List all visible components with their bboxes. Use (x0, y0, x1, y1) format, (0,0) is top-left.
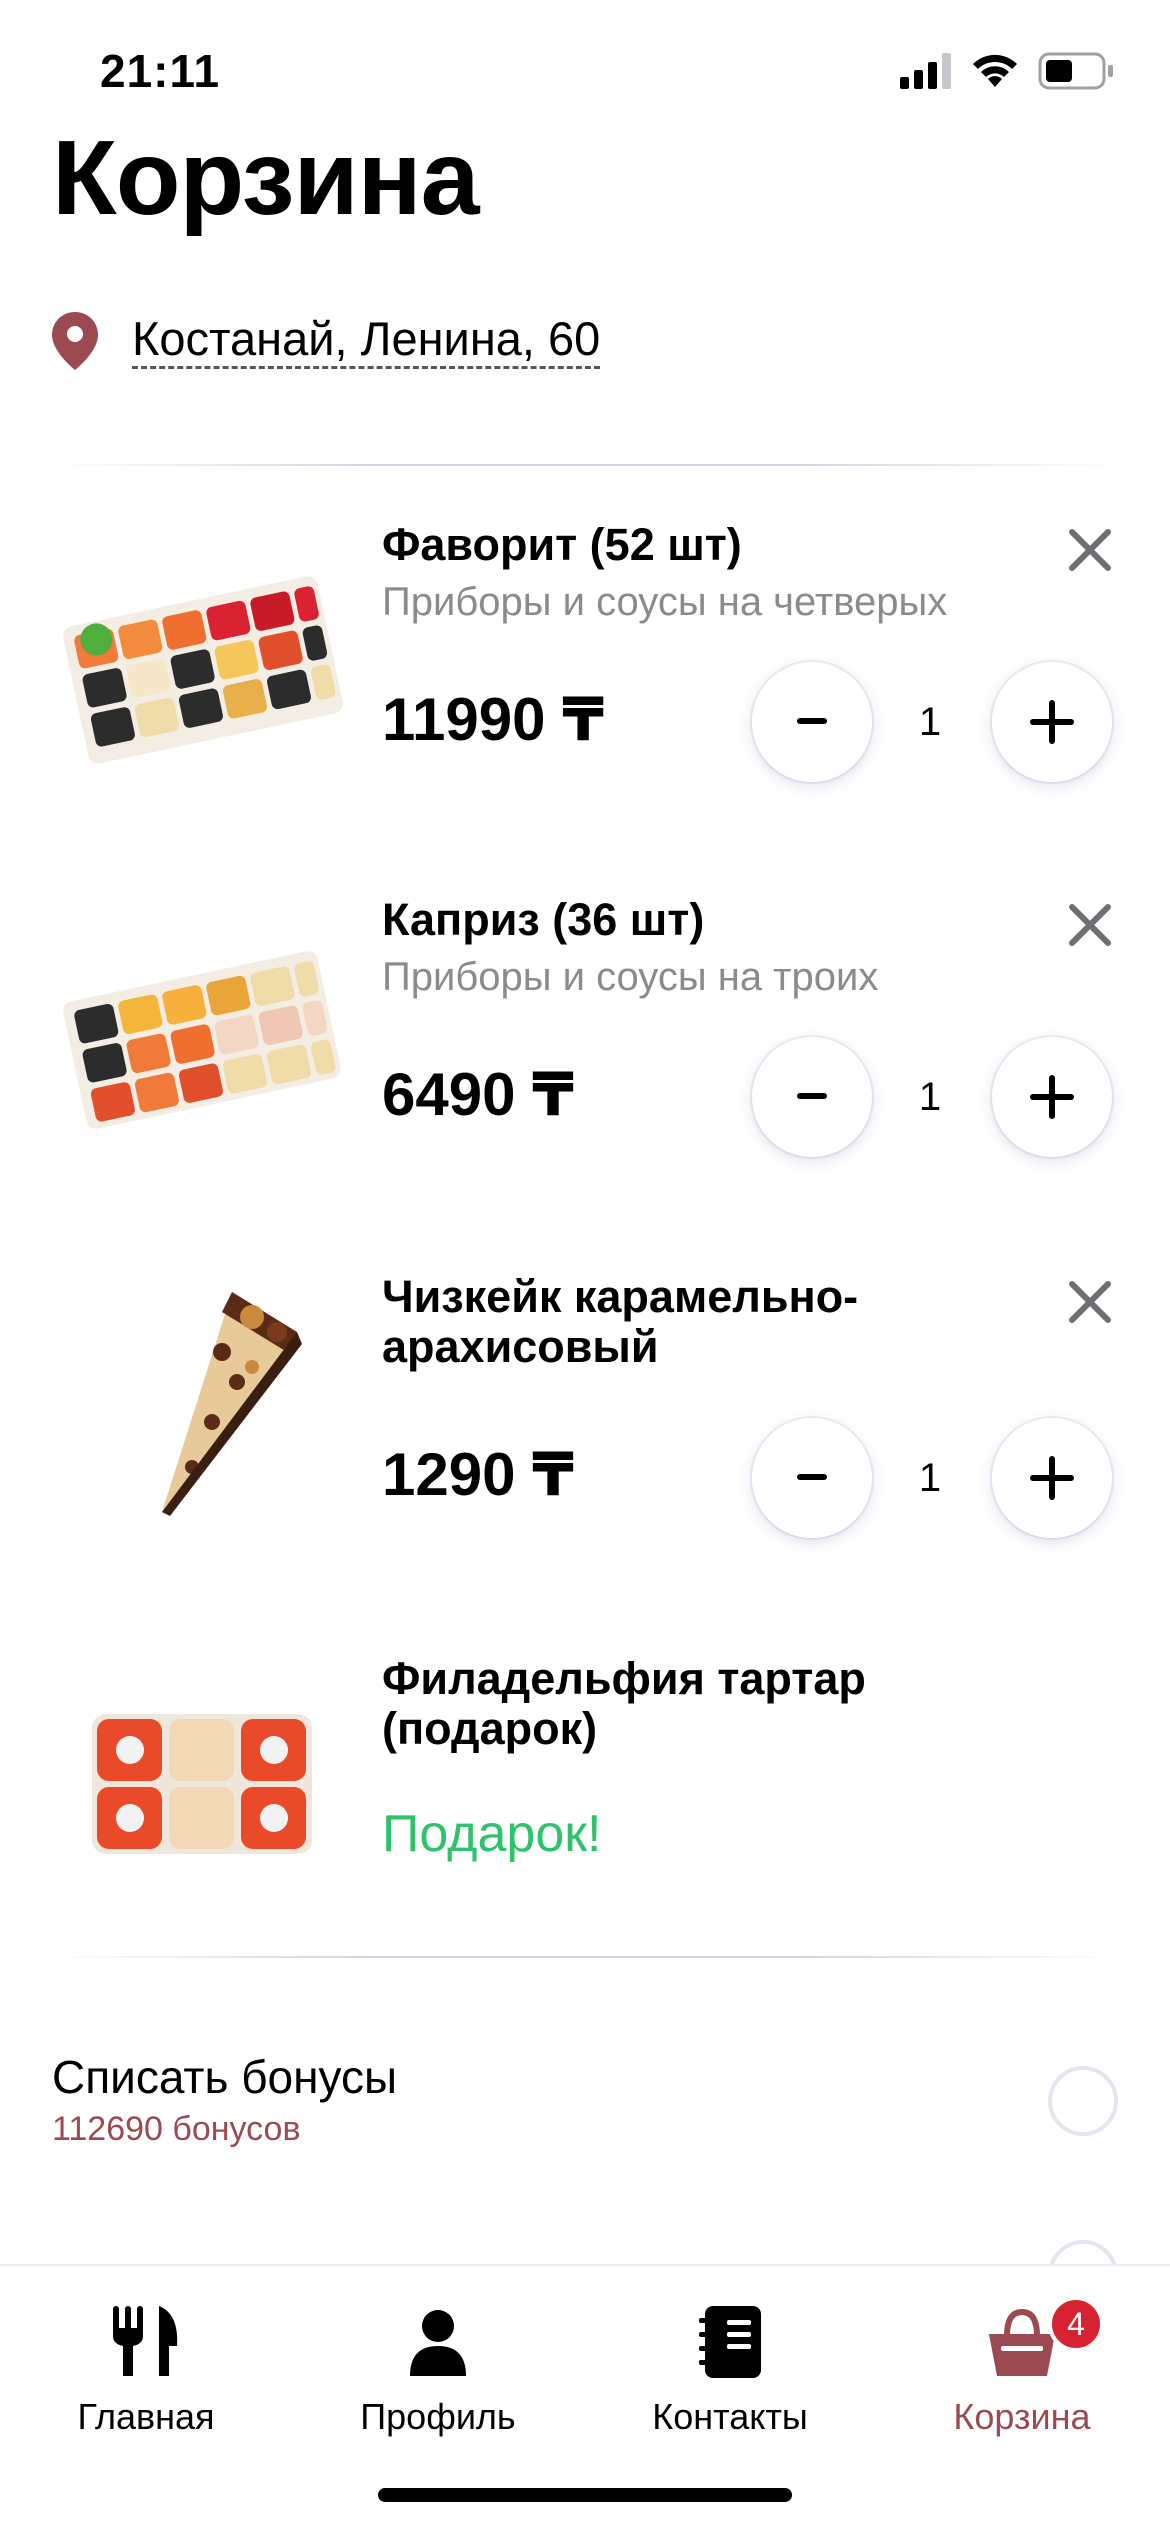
address-text[interactable]: Костанай, Ленина, 60 (132, 312, 601, 370)
tab-profile[interactable]: Профиль (292, 2306, 584, 2438)
increase-quantity-button[interactable] (992, 1418, 1112, 1538)
gift-label: Подарок! (382, 1805, 602, 1863)
item-price: 11990 ₸ (382, 686, 604, 753)
tab-contacts[interactable]: Контакты (584, 2306, 876, 2438)
increase-quantity-button[interactable] (992, 1037, 1112, 1157)
status-icons (900, 52, 1114, 90)
remove-item-button[interactable] (1060, 520, 1120, 580)
battery-icon (1038, 52, 1113, 90)
tab-cart[interactable]: 4 Корзина (876, 2296, 1168, 2438)
wifi-icon (973, 54, 1017, 87)
quantity-value: 1 (918, 1075, 942, 1119)
basket-icon (989, 2308, 1055, 2376)
decrease-quantity-button[interactable] (752, 1418, 872, 1538)
bonus-balance: 112690 бонусов (52, 2110, 301, 2148)
item-name: Фаворит (52 шт) (382, 519, 742, 570)
quantity-value: 1 (918, 700, 942, 744)
minus-icon (797, 1093, 827, 1099)
divider (52, 464, 1118, 466)
remove-item-button[interactable] (1060, 895, 1120, 955)
cart-count-badge: 4 (1048, 2296, 1104, 2352)
location-pin-icon (52, 312, 98, 370)
item-subtitle: Приборы и соусы на троих (382, 955, 879, 999)
increase-quantity-button[interactable] (992, 662, 1112, 782)
page-title: Корзина (52, 119, 480, 237)
delivery-address[interactable]: Костанай, Ленина, 60 (52, 312, 601, 370)
close-icon (1069, 904, 1111, 946)
item-price: 1290 ₸ (382, 1441, 574, 1508)
decrease-quantity-button[interactable] (752, 1037, 872, 1157)
close-icon (1069, 529, 1111, 571)
use-bonuses-radio[interactable] (1048, 2066, 1118, 2136)
use-bonuses-row[interactable]: Списать бонусы 112690 бонусов (52, 2050, 1118, 2149)
quantity-value: 1 (918, 1456, 942, 1500)
tab-bar: Главная Профиль Контакты 4 Корзина (0, 2264, 1170, 2532)
person-icon (410, 2310, 466, 2376)
remove-item-button[interactable] (1060, 1272, 1120, 1332)
use-bonuses-label: Списать бонусы (52, 2051, 398, 2103)
plus-icon (1030, 700, 1074, 744)
status-time: 21:11 (100, 45, 221, 97)
philadelphia-roll-image (92, 1714, 312, 1854)
minus-icon (797, 1474, 827, 1480)
item-subtitle: Приборы и соусы на четверых (382, 580, 948, 624)
plus-icon (1030, 1075, 1074, 1119)
plus-icon (1030, 1456, 1074, 1500)
cheesecake-image (162, 1292, 302, 1516)
sushi-set-image (63, 576, 343, 764)
tab-label: Корзина (953, 2396, 1091, 2437)
decrease-quantity-button[interactable] (752, 662, 872, 782)
tab-home[interactable]: Главная (0, 2306, 292, 2438)
minus-icon (797, 718, 827, 724)
notebook-icon (699, 2306, 761, 2378)
tab-label: Профиль (360, 2396, 516, 2437)
tab-label: Главная (77, 2396, 215, 2437)
item-name: Чизкейк карамельно-арахисовый (382, 1271, 859, 1372)
item-name: Филадельфия тартар (подарок) (382, 1653, 866, 1754)
fork-knife-icon (113, 2306, 178, 2376)
sushi-set-image (63, 951, 341, 1129)
item-name: Каприз (36 шт) (382, 894, 705, 945)
signal-icon (900, 53, 951, 89)
home-indicator (378, 2488, 792, 2502)
item-price: 6490 ₸ (382, 1061, 574, 1128)
divider (52, 1956, 1118, 1958)
tab-label: Контакты (652, 2396, 808, 2437)
close-icon (1069, 1281, 1111, 1323)
